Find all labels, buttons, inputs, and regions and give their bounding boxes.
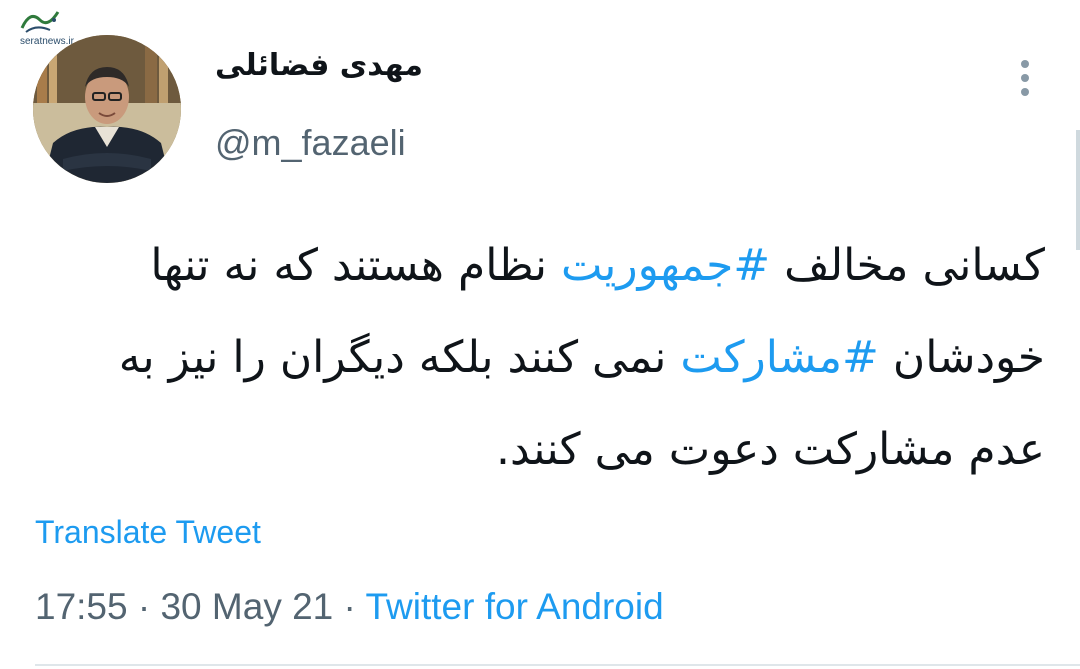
more-options-button[interactable] xyxy=(1008,56,1042,100)
user-handle[interactable]: @m_fazaeli xyxy=(215,122,406,164)
tweet-time[interactable]: 17:55 xyxy=(35,586,128,627)
tweet-source-link[interactable]: Twitter for Android xyxy=(366,586,664,627)
tweet-metadata: 17:55 · 30 May 21 · Twitter for Android xyxy=(35,586,664,628)
tweet-text-segment: کسانی مخالف xyxy=(770,240,1045,291)
meta-separator: · xyxy=(137,586,151,627)
edge-divider xyxy=(1076,130,1080,250)
display-name[interactable]: مهدی فضائلی xyxy=(215,48,423,83)
avatar[interactable] xyxy=(33,35,181,183)
hashtag-link[interactable]: #مشارکت xyxy=(680,332,879,383)
watermark-logo: seratnews.ir xyxy=(14,6,76,50)
hashtag-link[interactable]: #جمهوریت xyxy=(561,240,770,291)
profile-photo-icon xyxy=(33,35,181,183)
translate-tweet-link[interactable]: Translate Tweet xyxy=(35,514,261,551)
watermark-text: seratnews.ir xyxy=(20,36,74,47)
more-vertical-icon xyxy=(1021,88,1029,96)
tweet-date[interactable]: 30 May 21 xyxy=(160,586,333,627)
tweet-text: کسانی مخالف #جمهوریت نظام هستند که نه تن… xyxy=(30,220,1045,496)
more-vertical-icon xyxy=(1021,74,1029,82)
more-vertical-icon xyxy=(1021,60,1029,68)
logo-icon xyxy=(20,11,60,33)
meta-separator: · xyxy=(343,586,356,627)
bottom-divider xyxy=(35,664,1080,666)
